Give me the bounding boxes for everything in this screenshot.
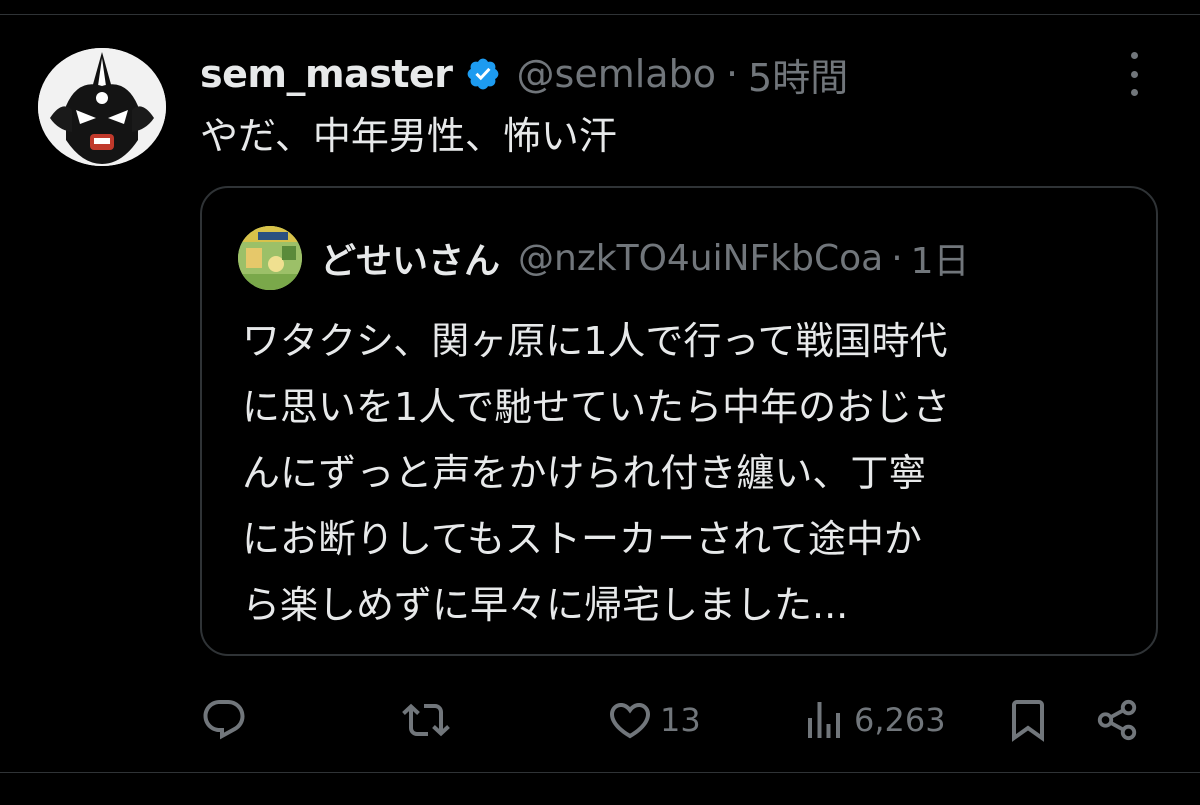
more-options-icon[interactable]: [1118, 52, 1150, 96]
tweet-text: やだ、中年男性、怖い汗: [200, 114, 617, 158]
tweet-timestamp[interactable]: 5時間: [748, 47, 848, 102]
like-button[interactable]: 13: [606, 690, 701, 750]
bookmark-button[interactable]: [1004, 690, 1052, 750]
reply-icon: [203, 700, 245, 740]
heart-icon: [609, 703, 651, 739]
quoted-author-handle: @nzkTO4uiNFkbCoa: [518, 237, 884, 279]
author-display-name[interactable]: sem_master: [200, 52, 453, 96]
quoted-author-avatar: [238, 226, 302, 290]
quoted-tweet-timestamp: 1日: [910, 241, 970, 282]
author-avatar[interactable]: [38, 48, 166, 166]
quoted-avatar-image: [238, 226, 302, 290]
verified-badge-icon: [465, 56, 501, 92]
quoted-header-separator: ·: [891, 237, 903, 279]
quoted-author-display-name: どせいさん: [320, 241, 501, 282]
quoted-text-line: ら楽しめずに早々に帰宅しました...: [242, 583, 849, 627]
quoted-text-line: に思いを1人で馳せていたら中年のおじさ: [242, 385, 951, 429]
quoted-text-line: ワタクシ、関ヶ原に1人で行って戦国時代: [242, 319, 948, 363]
tweet-action-bar: 13 6,263: [0, 690, 1200, 750]
repost-button[interactable]: [402, 690, 450, 750]
quoted-text-line: にお断りしてもストーカーされて途中か: [242, 517, 922, 561]
views-icon: [808, 702, 840, 738]
quoted-text-line: んにずっと声をかけられ付き纏い、丁寧: [242, 451, 927, 495]
views-count: 6,263: [854, 701, 946, 739]
like-count: 13: [660, 701, 701, 739]
share-button[interactable]: [1094, 690, 1140, 750]
mask-avatar-image: [38, 48, 166, 166]
repost-icon: [402, 703, 450, 737]
quoted-tweet-header: どせいさん @nzkTO4uiNFkbCoa · 1日: [320, 230, 970, 286]
share-icon: [1097, 699, 1137, 741]
bookmark-icon: [1012, 700, 1044, 742]
bottom-divider: [0, 772, 1200, 773]
views-button[interactable]: 6,263: [800, 690, 946, 750]
tweet-header: sem_master @semlabo · 5時間: [200, 48, 848, 100]
reply-button[interactable]: [200, 690, 248, 750]
quoted-tweet-text: ワタクシ、関ヶ原に1人で行って戦国時代 に思いを1人で馳せていたら中年のおじさ …: [242, 308, 1122, 638]
header-separator: ·: [725, 52, 739, 96]
top-divider: [0, 14, 1200, 15]
quoted-tweet-card[interactable]: どせいさん @nzkTO4uiNFkbCoa · 1日 ワタクシ、関ヶ原に1人で…: [200, 186, 1158, 656]
author-handle[interactable]: @semlabo: [517, 52, 716, 96]
